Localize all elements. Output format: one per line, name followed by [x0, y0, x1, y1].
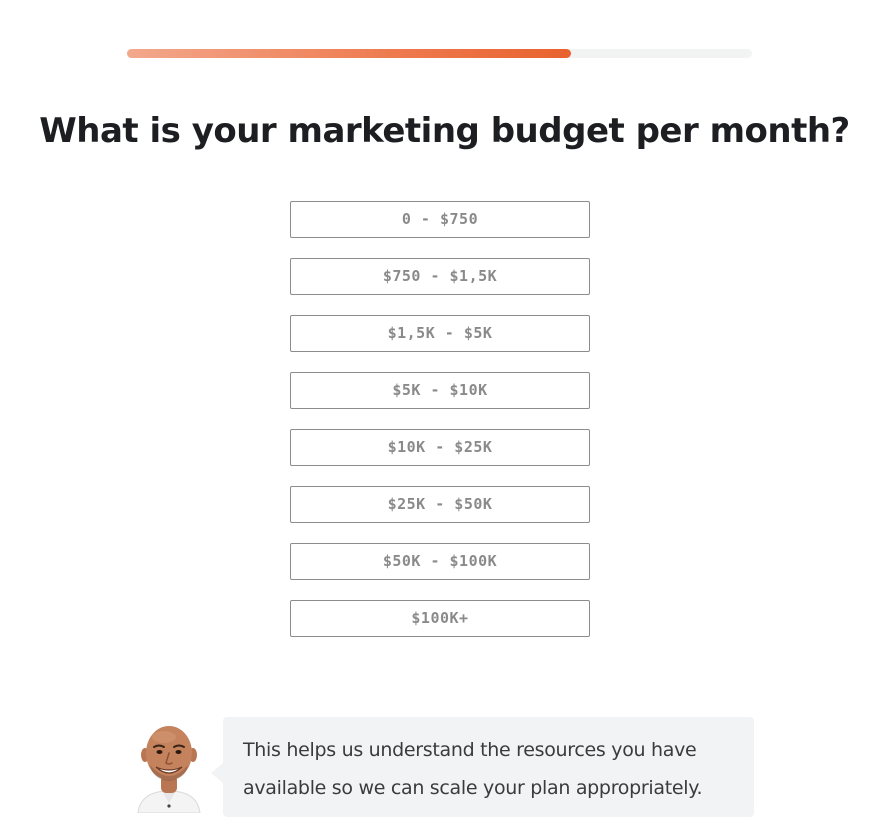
progress-bar-fill	[127, 49, 571, 58]
option-10k-25k-button[interactable]: $10K - $25K	[290, 429, 590, 466]
question-heading: What is your marketing budget per month?	[39, 111, 850, 151]
option-50k-100k-button[interactable]: $50K - $100K	[290, 543, 590, 580]
budget-options-list: 0 - $750 $750 - $1,5K $1,5K - $5K $5K - …	[290, 201, 590, 657]
option-1-5k-5k-button[interactable]: $1,5K - $5K	[290, 315, 590, 352]
option-750-1-5k-button[interactable]: $750 - $1,5K	[290, 258, 590, 295]
option-5k-10k-button[interactable]: $5K - $10K	[290, 372, 590, 409]
option-25k-50k-button[interactable]: $25K - $50K	[290, 486, 590, 523]
option-100k-plus-button[interactable]: $100K+	[290, 600, 590, 637]
progress-bar	[127, 49, 752, 58]
helper-speech-bubble: This helps us understand the resources y…	[211, 717, 754, 817]
advisor-avatar	[134, 723, 204, 814]
person-photo-icon	[137, 726, 201, 814]
helper-text: This helps us understand the resources y…	[243, 739, 703, 799]
option-0-750-button[interactable]: 0 - $750	[290, 201, 590, 238]
speech-bubble-tail	[211, 763, 223, 783]
